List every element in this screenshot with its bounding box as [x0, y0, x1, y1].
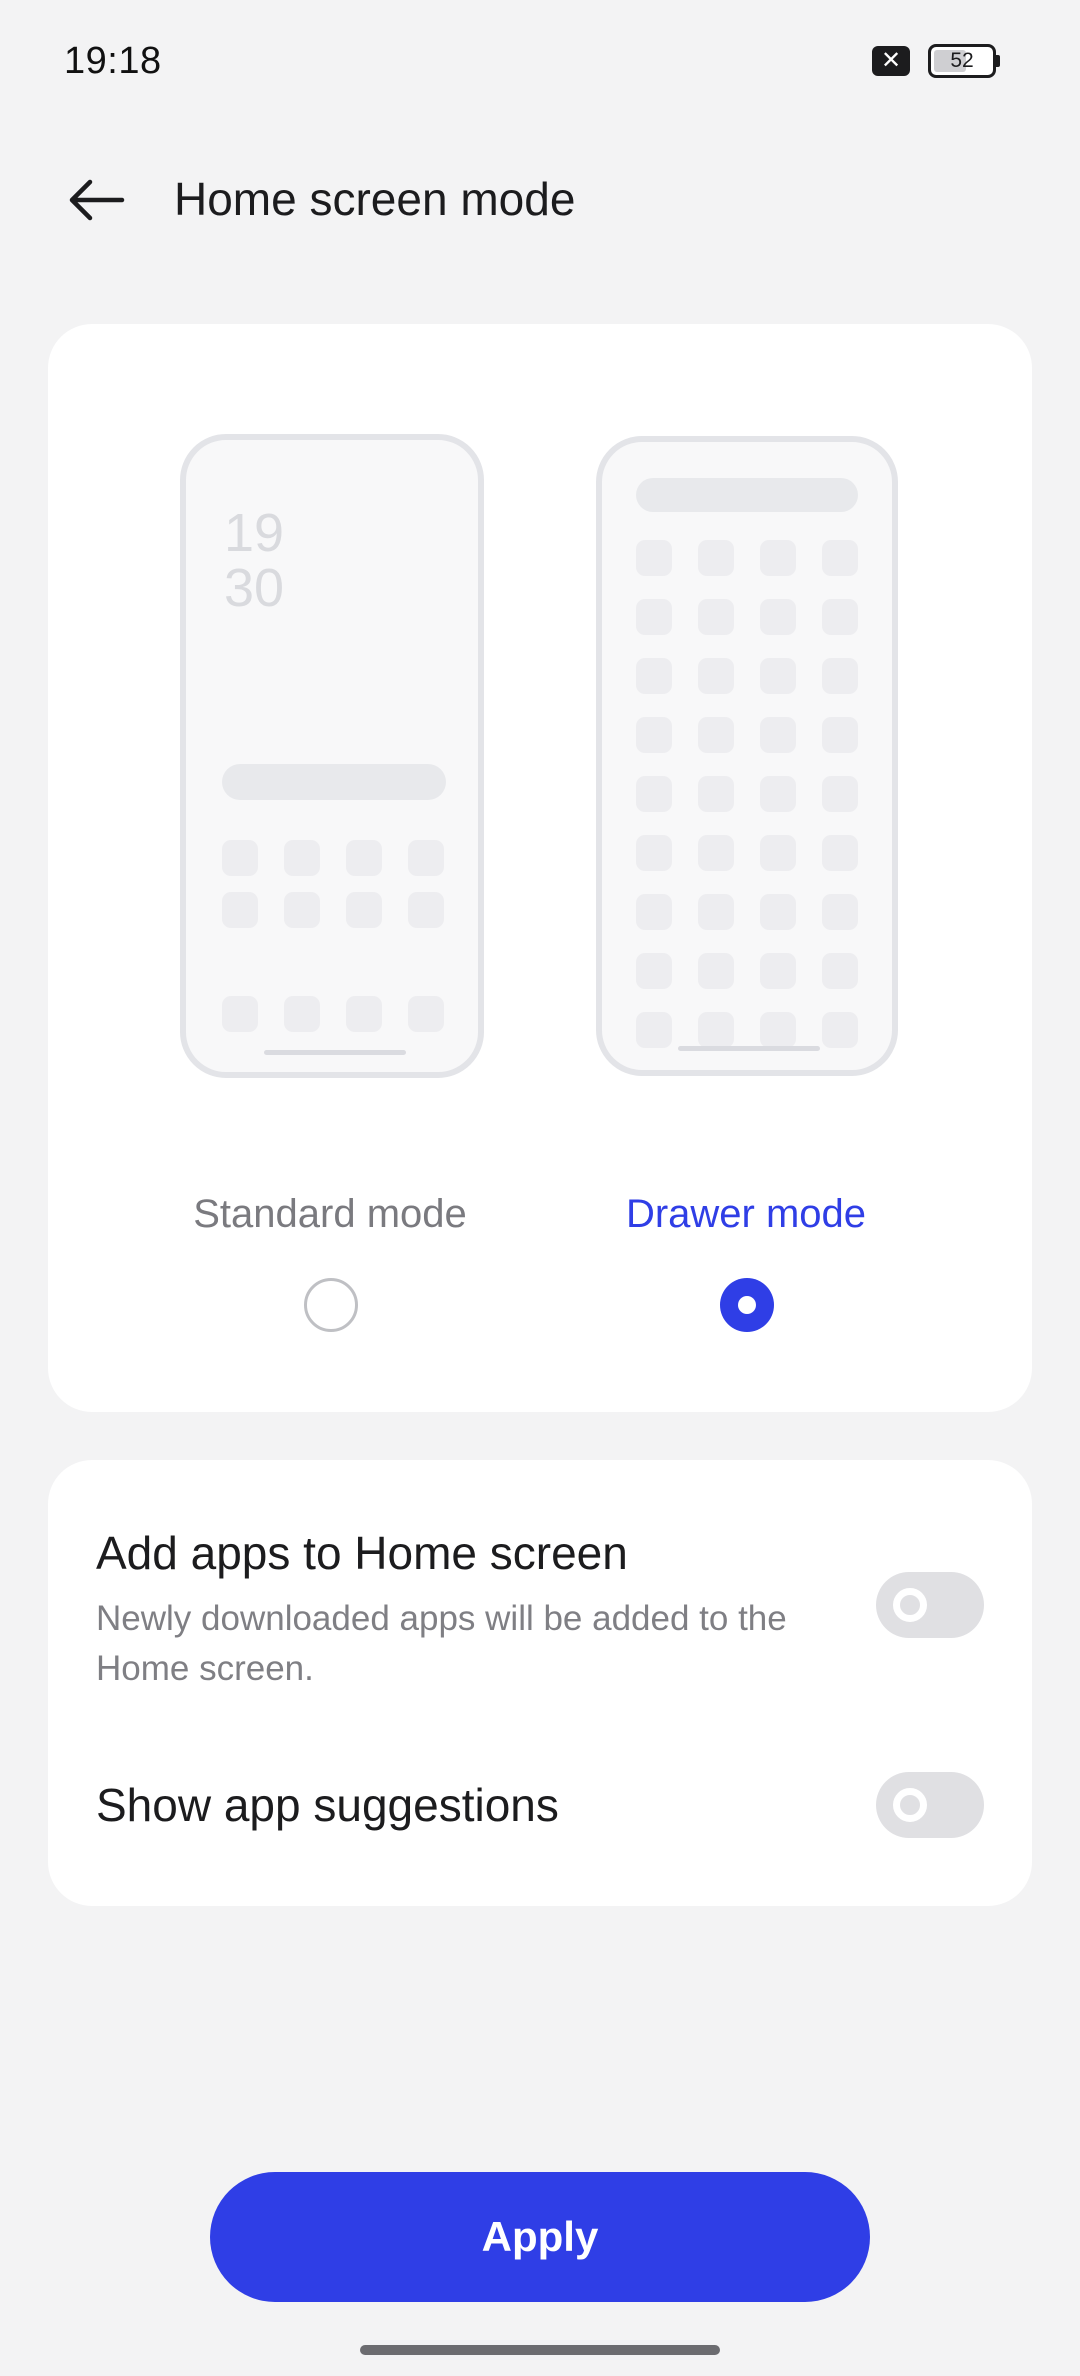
- status-time: 19:18: [64, 40, 162, 82]
- preview-dock-tile: [222, 996, 258, 1032]
- preview-app-tile: [822, 894, 858, 930]
- preview-app-tile: [822, 658, 858, 694]
- battery-level: 52: [950, 49, 974, 72]
- preview-home-indicator: [264, 1050, 406, 1055]
- preview-app-tile: [760, 658, 796, 694]
- toggle-knob: [893, 1588, 927, 1622]
- battery-indicator: 52: [928, 44, 1000, 78]
- preview-home-indicator: [678, 1046, 820, 1051]
- battery-tip: [996, 55, 1000, 67]
- preview-app-tile: [698, 835, 734, 871]
- preview-app-tile: [346, 840, 382, 876]
- preview-app-tile: [760, 835, 796, 871]
- preview-search-bar: [636, 478, 858, 512]
- drawer-mode-preview[interactable]: [596, 436, 898, 1076]
- preview-app-tile: [408, 892, 444, 928]
- preview-app-tile: [284, 840, 320, 876]
- preview-app-tile: [760, 540, 796, 576]
- preview-app-tile: [822, 1012, 858, 1048]
- preview-app-tile: [698, 540, 734, 576]
- settings-card: Add apps to Home screen Newly downloaded…: [48, 1460, 1032, 1906]
- add-apps-title: Add apps to Home screen: [96, 1527, 628, 1579]
- sim-disabled-icon: ✕: [872, 46, 910, 76]
- status-icons: ✕ 52: [872, 44, 1000, 78]
- back-button[interactable]: [58, 168, 134, 232]
- preview-dock-tile: [346, 996, 382, 1032]
- preview-app-tile: [760, 776, 796, 812]
- preview-app-tile: [222, 892, 258, 928]
- preview-app-tile: [760, 599, 796, 635]
- standard-mode-label[interactable]: Standard mode: [130, 1192, 530, 1237]
- preview-app-tile: [698, 953, 734, 989]
- preview-app-tile: [408, 840, 444, 876]
- apply-button[interactable]: Apply: [210, 2172, 870, 2302]
- preview-app-tile: [760, 953, 796, 989]
- preview-app-tile: [822, 717, 858, 753]
- preview-app-tile: [698, 894, 734, 930]
- standard-mode-preview[interactable]: 19 30: [180, 434, 484, 1078]
- preview-app-tile: [222, 840, 258, 876]
- preview-app-tile: [636, 658, 672, 694]
- add-apps-toggle[interactable]: [876, 1572, 984, 1638]
- preview-app-tile: [822, 776, 858, 812]
- preview-app-tile: [636, 599, 672, 635]
- preview-app-tile: [760, 1012, 796, 1048]
- preview-app-tile: [698, 776, 734, 812]
- preview-app-tile: [636, 953, 672, 989]
- gesture-navigation-bar[interactable]: [360, 2345, 720, 2355]
- preview-app-tile: [284, 892, 320, 928]
- standard-mode-radio[interactable]: [304, 1278, 358, 1332]
- mode-selection-card: 19 30 Standard mode Drawer mode: [48, 324, 1032, 1412]
- preview-clock-minute: 30: [224, 558, 285, 618]
- preview-app-tile: [698, 599, 734, 635]
- show-suggestions-toggle[interactable]: [876, 1772, 984, 1838]
- preview-app-tile: [760, 894, 796, 930]
- preview-app-tile: [636, 776, 672, 812]
- preview-clock-hour: 19: [224, 503, 285, 563]
- preview-app-tile: [698, 717, 734, 753]
- preview-clock: 19 30: [224, 506, 284, 616]
- arrow-left-icon: [69, 179, 125, 221]
- preview-app-tile: [822, 540, 858, 576]
- preview-app-tile: [822, 599, 858, 635]
- preview-app-tile: [698, 658, 734, 694]
- preview-search-bar: [222, 764, 446, 800]
- page-title: Home screen mode: [174, 173, 576, 225]
- drawer-mode-radio[interactable]: [720, 1278, 774, 1332]
- preview-app-tile: [698, 1012, 734, 1048]
- preview-app-tile: [636, 717, 672, 753]
- drawer-mode-label[interactable]: Drawer mode: [546, 1192, 946, 1237]
- preview-app-tile: [636, 540, 672, 576]
- preview-app-tile: [636, 835, 672, 871]
- preview-app-tile: [822, 835, 858, 871]
- preview-app-tile: [822, 953, 858, 989]
- show-suggestions-title: Show app suggestions: [96, 1779, 559, 1831]
- preview-dock-tile: [284, 996, 320, 1032]
- toggle-knob: [893, 1788, 927, 1822]
- battery-icon: 52: [928, 44, 996, 78]
- preview-app-tile: [346, 892, 382, 928]
- preview-app-tile: [760, 717, 796, 753]
- radio-selected-dot: [738, 1296, 756, 1314]
- preview-app-tile: [636, 894, 672, 930]
- add-apps-description: Newly downloaded apps will be added to t…: [96, 1599, 787, 1688]
- preview-app-tile: [636, 1012, 672, 1048]
- preview-dock-tile: [408, 996, 444, 1032]
